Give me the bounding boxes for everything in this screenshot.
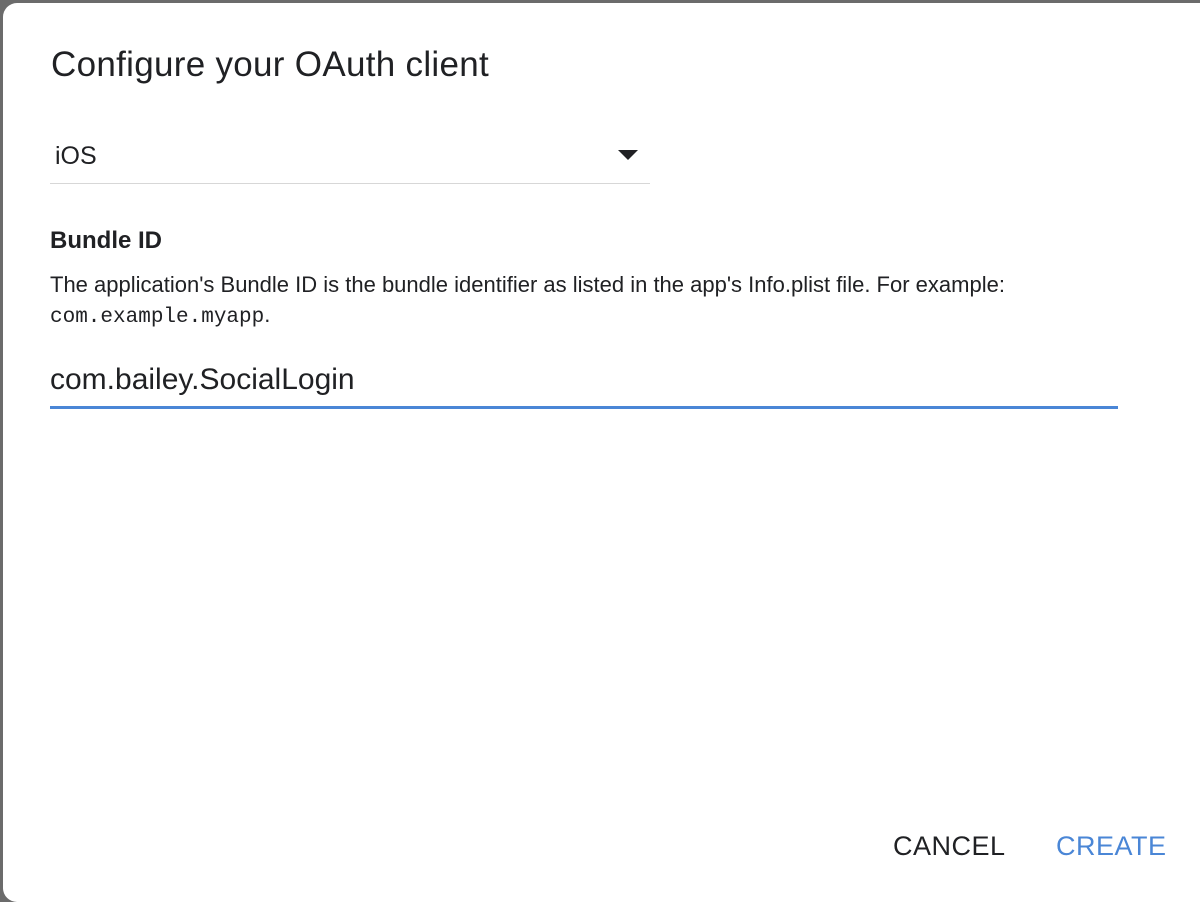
application-type-select[interactable]: iOS [50, 130, 650, 184]
bundle-id-help-text: The application's Bundle ID is the bundl… [50, 270, 1130, 333]
cancel-button[interactable]: CANCEL [893, 831, 1006, 862]
bundle-id-example: com.example.myapp [50, 306, 265, 329]
dialog-title: Configure your OAuth client [51, 45, 490, 84]
bundle-id-help-body: The application's Bundle ID is the bundl… [50, 272, 1005, 297]
bundle-id-input[interactable] [50, 359, 1110, 401]
bundle-id-field [50, 355, 1118, 409]
caret-down-icon [618, 150, 638, 160]
oauth-client-dialog: Configure your OAuth client iOS Bundle I… [3, 3, 1200, 902]
create-button[interactable]: CREATE [1056, 831, 1167, 862]
application-type-value: iOS [55, 142, 97, 170]
bundle-id-help-suffix: . [264, 302, 271, 327]
bundle-id-label: Bundle ID [50, 227, 162, 254]
